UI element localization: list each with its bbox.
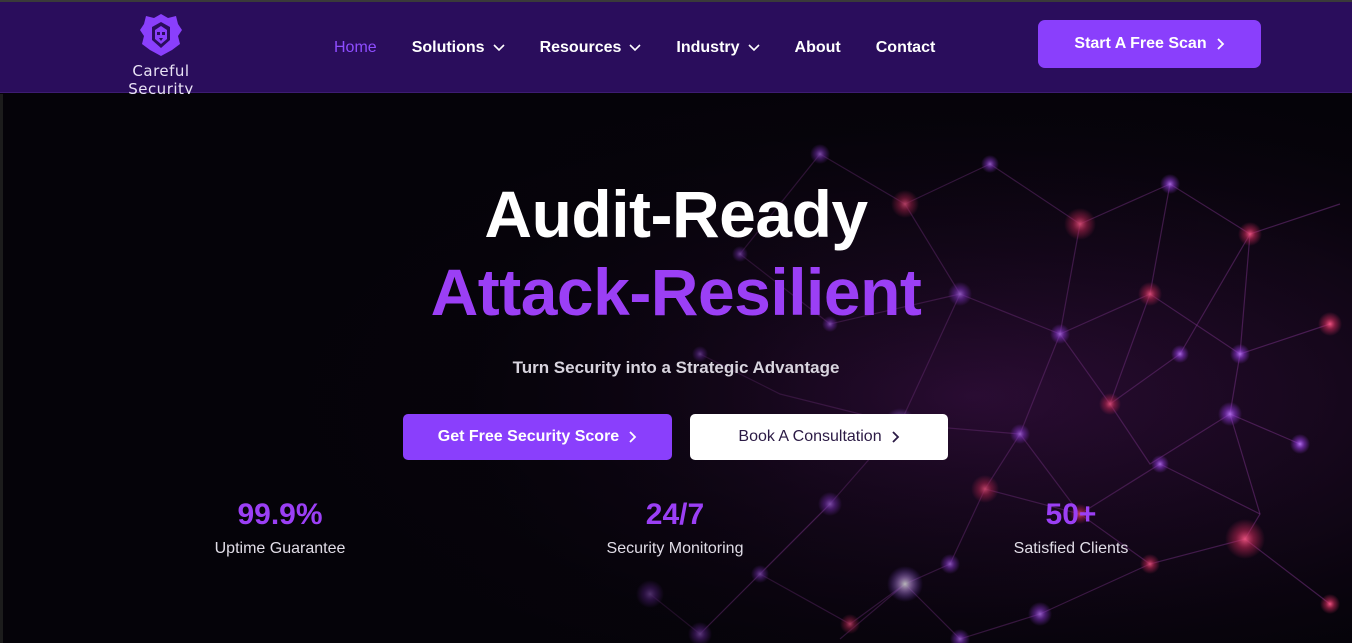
book-consultation-button[interactable]: Book A Consultation <box>690 414 948 460</box>
chevron-down-icon <box>493 44 505 52</box>
nav-item-label: Solutions <box>411 39 485 56</box>
nav-item-label: Industry <box>676 39 740 56</box>
start-free-scan-label: Start A Free Scan <box>1074 35 1207 52</box>
stat-monitoring: 24/7 Security Monitoring <box>555 498 795 558</box>
lion-shield-icon <box>140 14 182 56</box>
navbar: Careful Security Home Solutions Resource… <box>0 2 1352 98</box>
hero-tagline: Turn Security into a Strategic Advantage <box>512 358 840 377</box>
stat-clients: 50+ Satisfied Clients <box>951 498 1191 558</box>
logo[interactable]: Careful Security <box>100 12 222 98</box>
nav-item-label: Resources <box>539 39 622 56</box>
nav-item-label: Contact <box>875 39 936 56</box>
stat-uptime: 99.9% Uptime Guarantee <box>160 498 400 558</box>
stat-value: 24/7 <box>645 498 705 531</box>
hero-headline-line2: Attack-Resilient <box>430 255 922 329</box>
chevron-right-icon <box>629 431 637 443</box>
nav-item-resources[interactable]: Resources <box>540 39 642 57</box>
book-consultation-label: Book A Consultation <box>738 428 882 445</box>
nav-item-label: Home <box>334 39 377 56</box>
get-free-security-score-label: Get Free Security Score <box>437 428 620 445</box>
nav-item-label: About <box>794 39 841 56</box>
nav-item-about[interactable]: About <box>795 39 841 57</box>
chevron-down-icon <box>747 44 760 52</box>
stat-label: Satisfied Clients <box>1013 540 1129 557</box>
stat-value: 50+ <box>1045 498 1097 531</box>
start-free-scan-button[interactable]: Start A Free Scan <box>1038 20 1261 68</box>
stat-label: Security Monitoring <box>606 540 744 557</box>
get-free-security-score-button[interactable]: Get Free Security Score <box>403 414 672 460</box>
brand-name: Careful Security <box>128 62 194 98</box>
nav-item-home[interactable]: Home <box>334 39 377 57</box>
hero-section: Audit-Ready Attack-Resilient Turn Securi… <box>0 94 1352 643</box>
nav-item-solutions[interactable]: Solutions <box>412 39 505 57</box>
chevron-down-icon <box>629 44 641 52</box>
stat-value: 99.9% <box>237 498 323 531</box>
main-nav: Home Solutions Resources Industry About … <box>334 36 970 60</box>
nav-item-industry[interactable]: Industry <box>676 39 760 57</box>
chevron-right-icon <box>891 431 899 443</box>
hero-headline-line1: Audit-Ready <box>484 177 868 251</box>
nav-item-contact[interactable]: Contact <box>876 39 936 57</box>
stat-label: Uptime Guarantee <box>214 540 346 557</box>
chevron-right-icon <box>1216 38 1224 50</box>
